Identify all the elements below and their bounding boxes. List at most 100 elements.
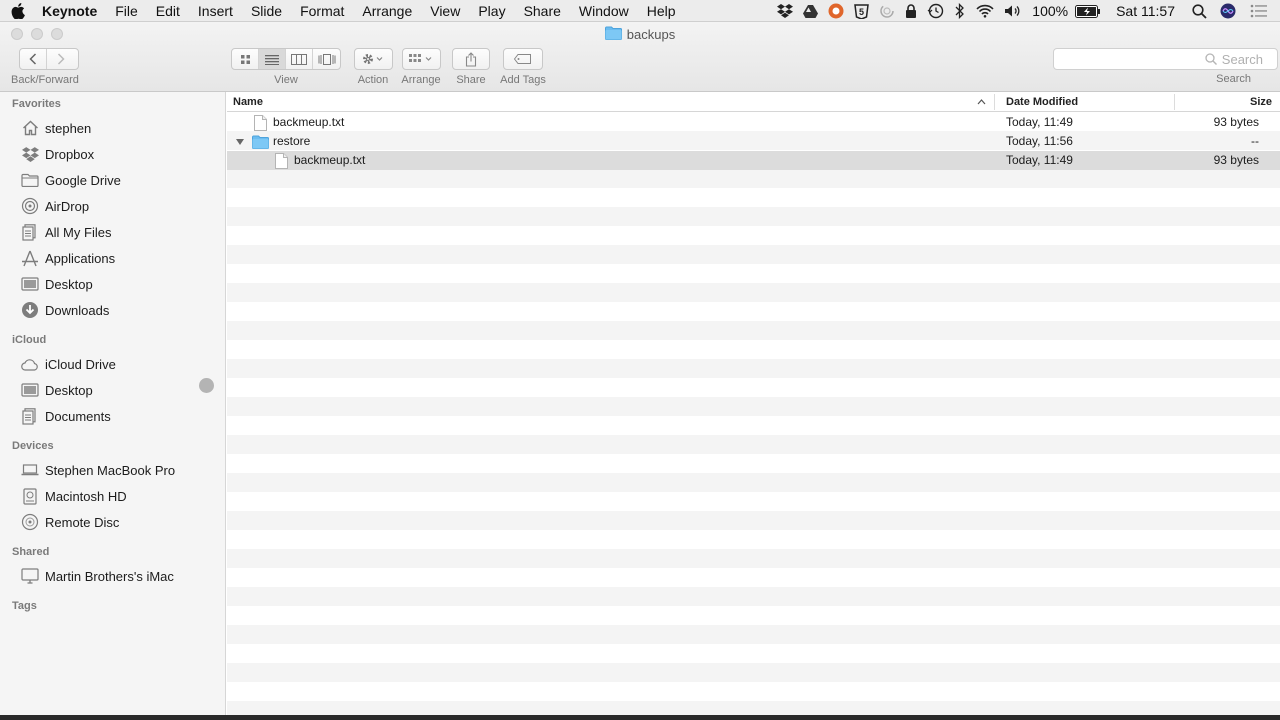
svg-text:5: 5 <box>859 7 864 17</box>
view-mode-control <box>231 48 341 70</box>
sidebar-section-shared: Shared <box>12 546 50 558</box>
arrange-group: Arrange <box>401 48 441 86</box>
dock-edge <box>0 715 1280 720</box>
menu-view[interactable]: View <box>421 0 469 22</box>
menu-insert[interactable]: Insert <box>189 0 242 22</box>
sort-ascending-icon[interactable] <box>977 92 986 112</box>
google-drive-status-icon[interactable] <box>798 0 823 22</box>
table-row[interactable]: backmeup.txt Today, 11:49 93 bytes <box>227 113 1280 132</box>
sidebar-item-label: Macintosh HD <box>45 488 127 504</box>
share-icon <box>465 51 477 67</box>
share-button[interactable] <box>452 48 490 70</box>
volume-icon[interactable] <box>999 0 1027 22</box>
table-row[interactable]: restore Today, 11:56 -- <box>227 132 1280 151</box>
folder-icon <box>604 26 622 43</box>
search-input[interactable]: Search <box>1053 48 1278 70</box>
document-icon <box>20 407 40 425</box>
wifi-icon[interactable] <box>971 0 999 22</box>
spinner-icon[interactable] <box>874 0 900 22</box>
action-button[interactable] <box>353 48 393 70</box>
sidebar-item-label: Applications <box>45 250 116 266</box>
battery-icon[interactable] <box>1070 0 1106 22</box>
sidebar-item-all-my-files[interactable]: All My Files <box>20 219 220 245</box>
sidebar-item-label: Martin Brothers's iMac <box>45 568 174 584</box>
menu-arrange[interactable]: Arrange <box>353 0 421 22</box>
arrange-button[interactable] <box>401 48 441 70</box>
shield-five-icon[interactable]: 5 <box>849 0 874 22</box>
folder-icon <box>20 171 40 189</box>
sidebar-item-remote-disc[interactable]: Remote Disc <box>20 509 220 535</box>
sidebar-item-applications[interactable]: Applications <box>20 245 220 271</box>
file-date-modified: Today, 11:49 <box>1006 115 1073 129</box>
lock-icon[interactable] <box>900 0 922 22</box>
status-area: 5 100% Sat 11:57 <box>772 0 1280 22</box>
clock[interactable]: Sat 11:57 <box>1106 0 1187 22</box>
sidebar-item-macbook-pro[interactable]: Stephen MacBook Pro <box>20 457 220 483</box>
gear-icon <box>363 54 383 64</box>
menu-file[interactable]: File <box>106 0 147 22</box>
column-header-date-modified[interactable]: Date Modified <box>1006 92 1078 112</box>
sidebar-section-tags: Tags <box>12 600 37 612</box>
chevron-left-icon <box>29 53 37 65</box>
battery-percent[interactable]: 100% <box>1027 0 1070 22</box>
column-header-size[interactable]: Size <box>1250 92 1272 112</box>
back-button[interactable] <box>20 49 47 69</box>
folder-name: restore <box>273 134 311 148</box>
menu-share[interactable]: Share <box>515 0 570 22</box>
spotlight-search-icon[interactable] <box>1187 0 1212 22</box>
back-forward-group: Back/Forward <box>11 48 79 86</box>
sidebar-item-documents[interactable]: Documents <box>20 403 220 429</box>
list-view-button[interactable] <box>259 49 286 69</box>
arrange-label: Arrange <box>401 74 441 86</box>
column-view-button[interactable] <box>286 49 313 69</box>
forward-button[interactable] <box>47 49 74 69</box>
list-icon <box>265 54 279 65</box>
action-group: Action <box>353 48 393 86</box>
sidebar-section-favorites: Favorites <box>12 98 61 110</box>
menu-play[interactable]: Play <box>469 0 514 22</box>
sidebar-item-label: Downloads <box>45 302 110 318</box>
sidebar-item-label: Google Drive <box>45 172 121 188</box>
sidebar-item-dropbox[interactable]: Dropbox <box>20 141 220 167</box>
sidebar-item-desktop[interactable]: Desktop <box>20 271 220 297</box>
column-divider[interactable] <box>994 94 995 110</box>
menu-slide[interactable]: Slide <box>242 0 291 22</box>
grid-icon <box>240 54 250 64</box>
menu-app-name[interactable]: Keynote <box>36 0 106 22</box>
disclosure-triangle-expanded-icon[interactable] <box>235 132 245 151</box>
table-row-selected[interactable]: backmeup.txt Today, 11:49 93 bytes <box>227 151 1280 170</box>
sidebar-item-martin-imac[interactable]: Martin Brothers's iMac <box>20 563 220 589</box>
sidebar-item-google-drive[interactable]: Google Drive <box>20 167 220 193</box>
add-tags-button[interactable] <box>503 48 543 70</box>
bluetooth-icon[interactable] <box>949 0 971 22</box>
column-divider[interactable] <box>1174 94 1175 110</box>
cloud-icon <box>20 355 40 373</box>
sidebar-item-icloud-drive[interactable]: iCloud Drive <box>20 351 220 377</box>
dropbox-status-icon[interactable] <box>772 0 798 22</box>
sync-app-icon[interactable] <box>823 0 849 22</box>
menu-edit[interactable]: Edit <box>147 0 189 22</box>
sidebar-item-downloads[interactable]: Downloads <box>20 297 220 323</box>
cover-flow-button[interactable] <box>313 49 340 69</box>
icon-view-button[interactable] <box>232 49 259 69</box>
airdrop-icon <box>20 197 40 215</box>
siri-icon[interactable] <box>1212 0 1244 22</box>
sidebar-item-label: Documents <box>45 408 111 424</box>
sidebar-item-label: AirDrop <box>45 198 90 214</box>
menu-window[interactable]: Window <box>570 0 638 22</box>
search-icon <box>1205 53 1217 65</box>
file-size: 93 bytes <box>1213 115 1259 129</box>
cover-flow-icon <box>318 53 335 65</box>
list-header: Name Date Modified Size <box>227 92 1280 112</box>
time-machine-icon[interactable] <box>922 0 949 22</box>
view-group: View <box>231 48 341 86</box>
sidebar-item-stephen[interactable]: stephen <box>20 115 220 141</box>
notification-center-icon[interactable] <box>1244 0 1280 22</box>
menu-format[interactable]: Format <box>291 0 353 22</box>
column-header-name[interactable]: Name <box>233 92 263 112</box>
sidebar-item-airdrop[interactable]: AirDrop <box>20 193 220 219</box>
sidebar-item-icloud-desktop[interactable]: Desktop <box>20 377 220 403</box>
menu-help[interactable]: Help <box>638 0 685 22</box>
apple-menu-icon[interactable] <box>0 2 36 19</box>
sidebar-item-macintosh-hd[interactable]: Macintosh HD <box>20 483 220 509</box>
